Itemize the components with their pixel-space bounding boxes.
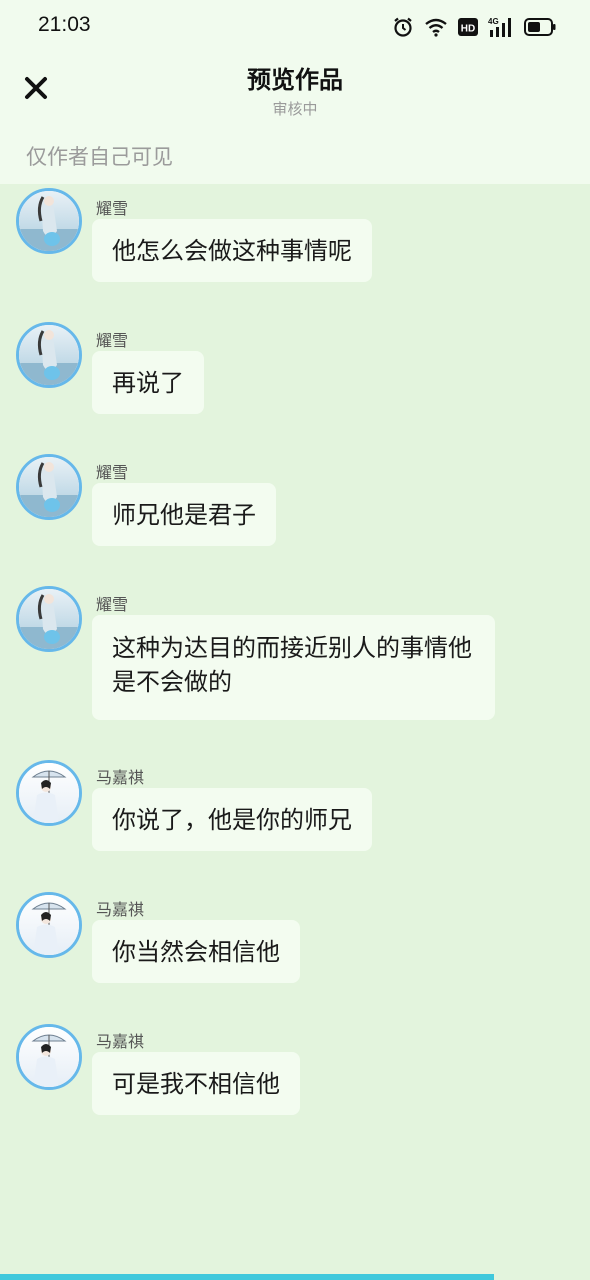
avatar[interactable] xyxy=(16,188,82,254)
avatar[interactable] xyxy=(16,322,82,388)
message-bubble[interactable]: 再说了 xyxy=(92,351,204,414)
hd-label: HD xyxy=(461,24,475,35)
alarm-icon xyxy=(392,16,414,38)
message-bubble[interactable]: 你当然会相信他 xyxy=(92,920,300,983)
message-bubble[interactable]: 可是我不相信他 xyxy=(92,1052,300,1115)
sender-name: 耀雪 xyxy=(96,199,129,218)
avatar[interactable] xyxy=(16,586,82,652)
page-title: 预览作品 xyxy=(247,66,343,94)
battery-icon xyxy=(524,18,556,36)
review-status: 审核中 xyxy=(272,100,318,118)
status-bar: 21:03 HD 4G xyxy=(0,0,590,52)
sender-name: 马嘉祺 xyxy=(96,900,145,919)
sender-name: 耀雪 xyxy=(96,463,129,482)
avatar[interactable] xyxy=(16,1024,82,1090)
visibility-note: 仅作者自己可见 xyxy=(26,145,173,169)
status-icons: HD 4G xyxy=(392,14,556,40)
avatar[interactable] xyxy=(16,454,82,520)
sender-name: 耀雪 xyxy=(96,595,129,614)
message-bubble[interactable]: 他怎么会做这种事情呢 xyxy=(92,219,372,282)
message-bubble[interactable]: 这种为达目的而接近别人的事情他是不会做的 xyxy=(92,615,495,720)
status-time: 21:03 xyxy=(38,13,91,36)
sender-name: 耀雪 xyxy=(96,331,129,350)
network-label: 4G xyxy=(488,17,499,26)
message-bubble[interactable]: 你说了，他是你的师兄 xyxy=(92,788,372,851)
sender-name: 马嘉祺 xyxy=(96,1032,145,1051)
4g-signal-icon: 4G xyxy=(488,16,514,38)
top-bar: 21:03 HD 4G 预览作品 审核中 仅作者自己可见 xyxy=(0,0,590,184)
bottom-progress-bar xyxy=(0,1274,494,1280)
sender-name: 马嘉祺 xyxy=(96,768,145,787)
hd-icon: HD xyxy=(458,17,478,37)
avatar[interactable] xyxy=(16,892,82,958)
message-bubble[interactable]: 师兄他是君子 xyxy=(92,483,276,546)
avatar[interactable] xyxy=(16,760,82,826)
wifi-icon xyxy=(424,17,448,37)
